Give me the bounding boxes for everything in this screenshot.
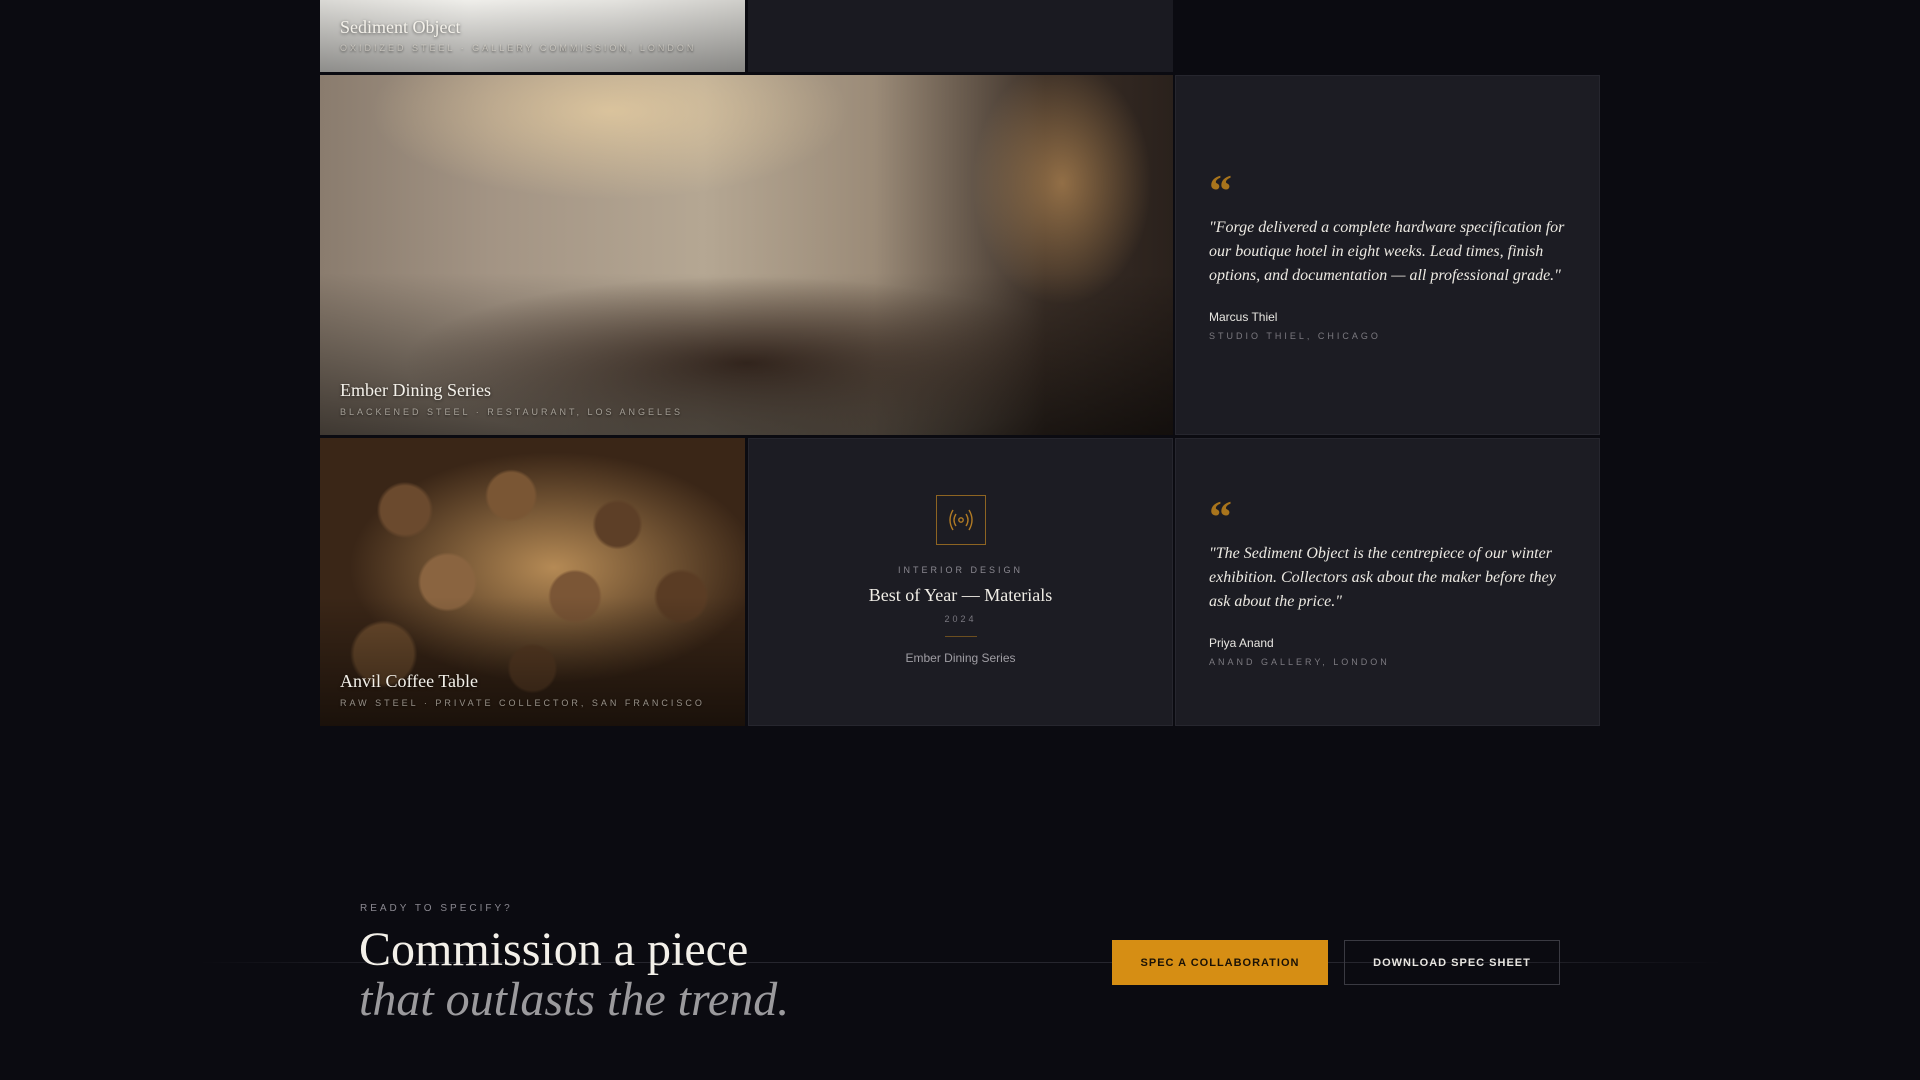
award-title: Best of Year — Materials	[868, 585, 1053, 605]
project-caption: Ember Dining Series Blackened Steel · Re…	[340, 380, 683, 417]
download-spec-sheet-button[interactable]: Download Spec Sheet	[1344, 940, 1560, 985]
project-subtitle: Oxidized Steel · Gallery Commission, Lon…	[340, 43, 697, 53]
cta-headline-italic: that outlasts the trend.	[359, 973, 790, 1026]
project-card-ember-dining-series[interactable]: Ember Dining Series Blackened Steel · Re…	[320, 75, 1173, 435]
project-subtitle: Raw Steel · Private Collector, San Franc…	[340, 698, 705, 708]
award-project: Ember Dining Series	[905, 651, 1016, 665]
testimonial-firm: Studio Thiel, Chicago	[1209, 331, 1381, 341]
award-card: Interior Design Best of Year — Materials…	[748, 438, 1173, 726]
testimonial-firm: Anand Gallery, London	[1209, 657, 1390, 667]
spec-collaboration-button[interactable]: Spec a Collaboration	[1112, 940, 1328, 985]
testimonial-name: Marcus Thiel	[1209, 310, 1278, 324]
award-year: 2024	[944, 614, 977, 624]
testimonial-text: "The Sediment Object is the centrepiece …	[1209, 545, 1556, 610]
project-caption: Anvil Coffee Table Raw Steel · Private C…	[340, 671, 705, 708]
project-card-sediment-object[interactable]: Sediment Object Oxidized Steel · Gallery…	[320, 0, 745, 72]
testimonial-card: “ "The Sediment Object is the centrepiec…	[1175, 438, 1600, 726]
testimonial-name: Priya Anand	[1209, 636, 1274, 650]
quote-icon: “	[1209, 165, 1232, 216]
award-icon	[935, 495, 986, 545]
award-divider	[944, 636, 977, 637]
project-subtitle: Blackened Steel · Restaurant, Los Angele…	[340, 407, 684, 417]
project-grid: Sediment Object Oxidized Steel · Gallery…	[320, 0, 1600, 726]
project-caption: Sediment Object Oxidized Steel · Gallery…	[340, 17, 696, 53]
award-category: Interior Design	[897, 565, 1023, 575]
cta-eyebrow: Ready to specify?	[360, 903, 513, 914]
testimonial-card: “ "Forge delivered a complete hardware s…	[1175, 75, 1600, 435]
project-title: Anvil Coffee Table	[340, 671, 479, 691]
testimonial-text: "Forge delivered a complete hardware spe…	[1209, 219, 1565, 284]
project-card-anvil-coffee-table[interactable]: Anvil Coffee Table Raw Steel · Private C…	[320, 438, 745, 726]
project-title: Ember Dining Series	[340, 380, 491, 400]
empty-card	[748, 0, 1173, 72]
project-title: Sediment Object	[340, 17, 461, 37]
quote-icon: “	[1209, 491, 1232, 542]
